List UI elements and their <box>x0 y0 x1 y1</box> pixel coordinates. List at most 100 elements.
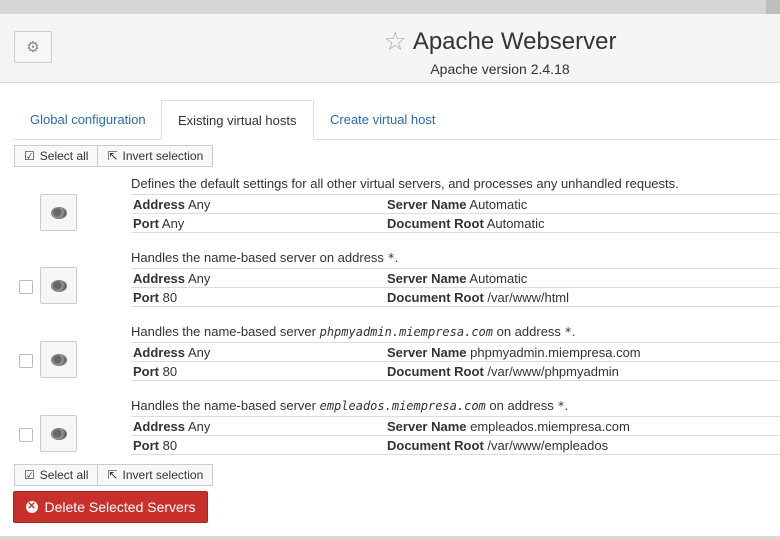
apache-icon <box>50 353 67 366</box>
invert-selection-label: Invert selection <box>122 149 204 163</box>
check-square-icon: ☑ <box>24 468 35 482</box>
check-square-icon: ☑ <box>24 149 35 163</box>
page-title-text: Apache Webserver <box>412 27 617 55</box>
desc-address: * <box>564 325 572 339</box>
host-3-details: Address Any Server Name empleados.miempr… <box>131 416 780 455</box>
document-root-value: /var/www/phpmyadmin <box>487 363 619 379</box>
document-root-label: Document Root <box>387 437 484 453</box>
host-1-description: Handles the name-based server on address… <box>131 250 398 265</box>
desc-suffix: . <box>571 324 576 339</box>
gear-icon: ⚙ <box>26 39 40 56</box>
host-2-details: Address Any Server Name phpmyadmin.miemp… <box>131 342 780 381</box>
desc-suffix: . <box>394 250 399 265</box>
tab-global-configuration[interactable]: Global configuration <box>14 100 162 140</box>
address-value: Any <box>187 344 211 360</box>
host-1-details: Address Any Server Name Automatic Port 8… <box>131 268 780 307</box>
port-value: 80 <box>162 363 178 379</box>
table-row: Address Any Server Name phpmyadmin.miemp… <box>131 343 780 362</box>
table-row: Port 80 Document Root /var/www/html <box>131 288 780 307</box>
document-root-value: /var/www/empleados <box>487 437 609 453</box>
page-subtitle: Apache version 2.4.18 <box>430 61 570 77</box>
desc-server: phpmyadmin.miempresa.com <box>319 325 493 339</box>
title-block: ☆ Apache Webserver Apache version 2.4.18 <box>370 26 630 77</box>
module-header: ⚙ ☆ Apache Webserver Apache version 2.4.… <box>0 14 780 83</box>
desc-prefix: Handles the name-based server <box>131 250 320 265</box>
host-3-edit-button[interactable] <box>40 415 77 452</box>
host-2-edit-button[interactable] <box>40 341 77 378</box>
desc-mid: on address <box>493 324 565 339</box>
module-config-button[interactable]: ⚙ <box>14 31 52 63</box>
port-value: Any <box>161 215 185 231</box>
desc-address: * <box>557 399 565 413</box>
select-all-label: Select all <box>39 468 89 482</box>
address-value: Any <box>187 196 211 212</box>
select-all-label: Select all <box>39 149 89 163</box>
tab-bar: Global configuration Existing virtual ho… <box>14 100 780 140</box>
port-value: 80 <box>162 289 178 305</box>
document-root-label: Document Root <box>387 289 484 305</box>
star-icon[interactable]: ☆ <box>384 26 407 57</box>
times-circle-icon: ✕ <box>25 501 38 513</box>
table-row: Address Any Server Name Automatic <box>131 195 780 214</box>
desc-mid: on address <box>485 398 558 413</box>
desc-server: empleados.miempresa.com <box>319 399 486 413</box>
server-name-label: Server Name <box>387 344 467 360</box>
table-row: Address Any Server Name Automatic <box>131 269 780 288</box>
address-label: Address <box>133 270 186 286</box>
delete-button-label: Delete Selected Servers <box>44 499 196 515</box>
document-root-label: Document Root <box>387 363 484 379</box>
table-row: Port Any Document Root Automatic <box>131 214 780 233</box>
host-1-edit-button[interactable] <box>40 267 77 304</box>
address-value: Any <box>187 270 211 286</box>
share-square-icon: ⇱ <box>107 149 118 163</box>
desc-mid: on address <box>319 250 388 265</box>
selection-toolbar-top: ☑ Select all ⇱ Invert selection <box>14 145 214 167</box>
share-square-icon: ⇱ <box>107 468 118 482</box>
server-name-value: phpmyadmin.miempresa.com <box>470 344 641 360</box>
port-value: 80 <box>162 437 178 453</box>
desc-suffix: . <box>564 398 569 413</box>
host-2-description: Handles the name-based server phpmyadmin… <box>131 324 575 339</box>
port-label: Port <box>133 363 159 379</box>
port-label: Port <box>133 289 159 305</box>
server-name-label: Server Name <box>387 418 467 434</box>
document-root-label: Document Root <box>387 215 484 231</box>
table-row: Port 80 Document Root /var/www/empleados <box>131 436 780 455</box>
desc-prefix: Handles the name-based server <box>131 398 320 413</box>
apache-icon <box>50 427 67 440</box>
invert-selection-button[interactable]: ⇱ Invert selection <box>98 464 214 486</box>
host-0-description: Defines the default settings for all oth… <box>131 176 679 191</box>
address-label: Address <box>133 418 186 434</box>
top-strip <box>0 0 780 14</box>
desc-prefix: Handles the name-based server <box>131 324 320 339</box>
document-root-value: /var/www/html <box>487 289 570 305</box>
tab-create-virtual-host[interactable]: Create virtual host <box>314 100 452 140</box>
page-title: ☆ Apache Webserver <box>370 26 630 57</box>
host-0-edit-button[interactable] <box>40 194 77 231</box>
address-value: Any <box>187 418 211 434</box>
desc-address: * <box>387 251 395 265</box>
host-3-description: Handles the name-based server empleados.… <box>131 398 568 413</box>
port-label: Port <box>133 437 159 453</box>
select-all-button[interactable]: ☑ Select all <box>14 145 99 167</box>
host-0-details: Address Any Server Name Automatic Port A… <box>131 194 780 233</box>
select-all-button[interactable]: ☑ Select all <box>14 464 99 486</box>
table-row: Address Any Server Name empleados.miempr… <box>131 417 780 436</box>
scroll-corner <box>766 0 780 14</box>
address-label: Address <box>133 196 186 212</box>
apache-icon <box>50 279 67 292</box>
host-1-checkbox[interactable] <box>19 280 33 294</box>
server-name-value: empleados.miempresa.com <box>470 418 630 434</box>
tab-existing-virtual-hosts[interactable]: Existing virtual hosts <box>161 100 314 140</box>
address-label: Address <box>133 344 186 360</box>
delete-selected-servers-button[interactable]: ✕ Delete Selected Servers <box>13 491 208 523</box>
apache-icon <box>50 206 67 219</box>
selection-toolbar-bottom: ☑ Select all ⇱ Invert selection <box>14 464 214 486</box>
port-label: Port <box>133 215 159 231</box>
document-root-value: Automatic <box>486 215 545 231</box>
invert-selection-button[interactable]: ⇱ Invert selection <box>98 145 214 167</box>
host-3-checkbox[interactable] <box>19 428 33 442</box>
table-row: Port 80 Document Root /var/www/phpmyadmi… <box>131 362 780 381</box>
server-name-label: Server Name <box>387 196 467 212</box>
host-2-checkbox[interactable] <box>19 354 33 368</box>
